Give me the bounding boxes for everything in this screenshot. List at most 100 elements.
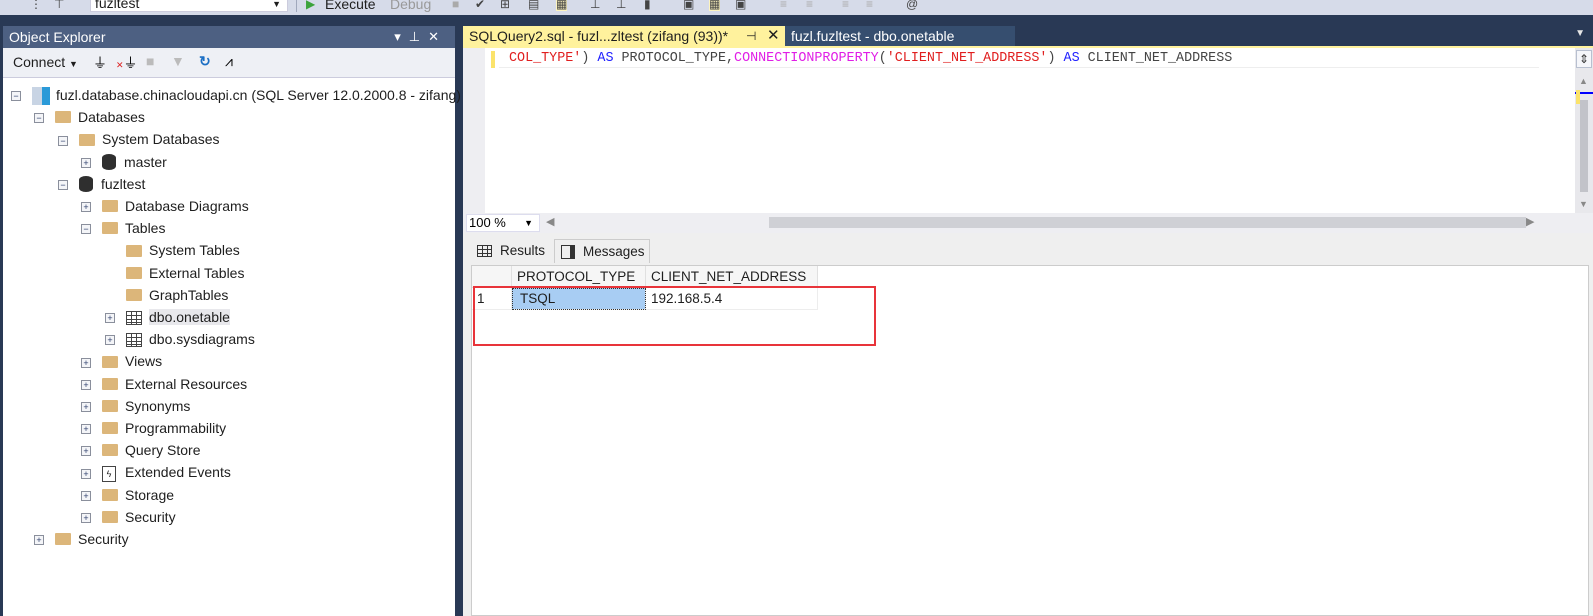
tree-node[interactable]: + Security [34, 528, 129, 550]
database-selector[interactable]: fuzltest ▼ [90, 0, 288, 12]
stop-icon[interactable]: ■ [452, 0, 459, 11]
expand-icon[interactable]: + [81, 424, 91, 435]
disconnect-icon[interactable]: ✕⏚ [116, 53, 138, 73]
pin-icon[interactable]: ⊥ [409, 29, 428, 44]
scrollbar-thumb[interactable] [1580, 100, 1588, 192]
tree-node[interactable]: + master [81, 151, 167, 173]
scroll-up-icon[interactable]: ▲ [1579, 76, 1588, 86]
tree-node[interactable]: + Database Diagrams [81, 195, 249, 217]
tree-node[interactable]: + Security [81, 506, 176, 528]
execute-button[interactable]: Execute [325, 0, 376, 12]
query-options-icon[interactable]: ▤ [528, 0, 539, 11]
expand-icon[interactable]: + [105, 313, 115, 324]
tree-node[interactable]: − System Databases [58, 128, 220, 150]
row-header-corner[interactable] [472, 266, 512, 288]
folder-icon [79, 133, 95, 146]
indent-icon[interactable]: ≡ [866, 0, 873, 11]
expand-icon[interactable]: + [81, 379, 91, 390]
tree-node[interactable]: + External Resources [81, 373, 247, 395]
include-plan-icon[interactable]: ⊥ [590, 0, 600, 11]
expand-icon[interactable]: + [81, 157, 91, 168]
collapse-icon[interactable]: − [58, 180, 68, 191]
column-header[interactable]: PROTOCOL_TYPE [512, 266, 646, 288]
expand-icon[interactable]: + [81, 468, 91, 479]
tab-messages[interactable]: Messages [554, 239, 650, 263]
tree-node[interactable]: + Views [81, 350, 162, 372]
expand-icon[interactable]: + [105, 335, 115, 346]
scroll-down-icon[interactable]: ▼ [1579, 199, 1588, 209]
window-position-icon[interactable]: ▾ [394, 29, 409, 44]
activity-monitor-icon[interactable]: ⩘ [225, 53, 233, 70]
folder-icon [55, 533, 71, 546]
tree-node[interactable]: GraphTables [105, 284, 228, 306]
query-editor[interactable]: COL_TYPE') AS PROTOCOL_TYPE,CONNECTIONPR… [463, 46, 1593, 213]
results-grid-toggle-icon[interactable]: ▦ [709, 0, 721, 11]
tab-dbo-onetable[interactable]: fuzl.fuzltest - dbo.onetable [785, 26, 1015, 46]
parse-icon[interactable]: ✔ [475, 0, 485, 11]
outdent-icon[interactable]: ≡ [842, 0, 849, 11]
results-to-grid-icon[interactable]: ▦ [556, 0, 568, 11]
object-explorer-titlebar: Object Explorer ▾⊥✕ [3, 26, 455, 48]
pin-icon[interactable]: ⊤ [54, 0, 64, 11]
specify-values-icon[interactable]: @ [906, 0, 918, 11]
live-stats-icon[interactable]: ⊥ [616, 0, 626, 11]
expand-icon[interactable]: + [81, 490, 91, 501]
collapse-icon[interactable]: − [58, 135, 68, 146]
tree-node[interactable]: + Programmability [81, 417, 226, 439]
scroll-left-icon[interactable]: ◀ [546, 215, 554, 228]
stop-icon[interactable]: ■ [146, 53, 154, 69]
expand-icon[interactable]: + [81, 513, 91, 524]
tab-results[interactable]: Results [471, 239, 551, 263]
tree-node[interactable]: − Databases [34, 106, 145, 128]
tree-node[interactable]: − Tables [81, 217, 165, 239]
tree-node[interactable]: External Tables [105, 262, 244, 284]
server-icon [32, 87, 50, 106]
uncomment-icon[interactable]: ≡ [806, 0, 813, 11]
column-header[interactable]: CLIENT_NET_ADDRESS [646, 266, 818, 288]
tree-node-label: Security [125, 508, 176, 525]
pin-icon[interactable]: ⊣ [746, 26, 756, 46]
zoom-level-select[interactable]: 100 % ▼ [466, 214, 540, 232]
table-icon [126, 311, 142, 326]
collapse-icon[interactable]: − [81, 224, 91, 235]
execute-icon: ▶ [306, 0, 316, 11]
results-to-text-icon[interactable]: ▣ [683, 0, 694, 11]
expand-icon[interactable]: + [81, 202, 91, 213]
tree-node-label: dbo.sysdiagrams [149, 331, 255, 348]
tree-node[interactable]: + Synonyms [81, 395, 190, 417]
connect-button[interactable]: Connect ▼ [13, 54, 78, 70]
tree-node[interactable]: + Query Store [81, 439, 200, 461]
horizontal-scrollbar-thumb[interactable] [769, 217, 1526, 228]
comment-icon[interactable]: ≡ [780, 0, 787, 11]
scroll-right-icon[interactable]: ▶ [1526, 215, 1534, 228]
refresh-icon[interactable]: ↻ [199, 53, 211, 70]
tree-node[interactable]: + dbo.sysdiagrams [105, 328, 255, 350]
tree-node[interactable]: + Storage [81, 484, 174, 506]
results-to-file-icon[interactable]: ▣ [735, 0, 746, 11]
tab-sqlquery2[interactable]: SQLQuery2.sql - fuzl...zltest (zifang (9… [463, 26, 785, 46]
tree-node[interactable]: + dbo.onetable [105, 306, 230, 328]
collapse-icon[interactable]: − [11, 91, 21, 102]
tree-node[interactable]: − fuzl.database.chinacloudapi.cn (SQL Ser… [11, 84, 461, 106]
client-stats-icon[interactable]: ▮ [644, 0, 651, 11]
code-token: 'CLIENT_NET_ADDRESS' [886, 51, 1048, 66]
debug-button[interactable]: Debug [390, 0, 431, 12]
collapse-icon[interactable]: − [34, 113, 44, 124]
expand-icon[interactable]: + [81, 357, 91, 368]
database-icon [102, 153, 116, 170]
tree-node[interactable]: + ϟ Extended Events [81, 461, 231, 483]
split-window-icon[interactable]: ⇕ [1576, 50, 1592, 68]
filter-icon[interactable]: ▼ [171, 53, 185, 69]
close-icon[interactable]: ✕ [767, 26, 780, 46]
expand-icon[interactable]: + [34, 535, 44, 546]
tab-list-dropdown-icon[interactable]: ▼ [1575, 28, 1585, 39]
expand-icon[interactable]: + [81, 446, 91, 457]
tree-node[interactable]: System Tables [105, 239, 240, 261]
folder-icon [55, 111, 71, 124]
display-plan-icon[interactable]: ⊞ [500, 0, 510, 11]
tree-node[interactable]: − fuzltest [58, 173, 145, 195]
close-icon[interactable]: ✕ [428, 29, 447, 44]
expand-icon[interactable]: + [81, 402, 91, 413]
connect-plug-icon[interactable]: ⏚ [93, 53, 107, 73]
editor-vertical-scrollbar[interactable]: ⇕ ▲ ▼ [1575, 48, 1593, 213]
